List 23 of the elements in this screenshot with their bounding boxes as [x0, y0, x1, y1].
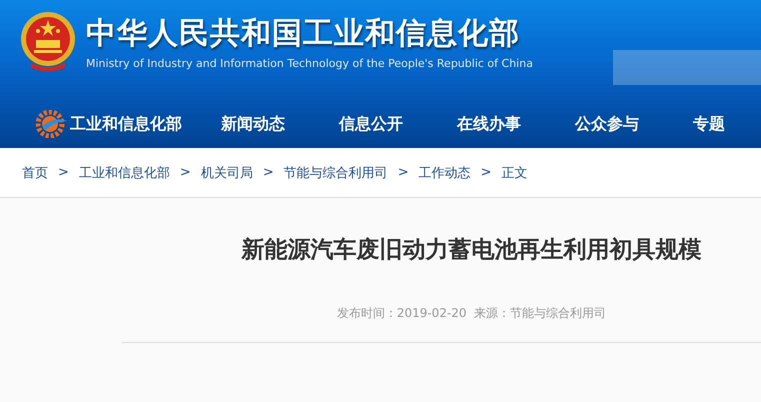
- breadcrumb-separator: >: [180, 165, 191, 180]
- breadcrumb-link[interactable]: 机关司局: [200, 164, 253, 182]
- breadcrumb-separator: >: [58, 165, 69, 180]
- breadcrumb-separator: >: [480, 165, 492, 180]
- gear-logo-icon: [36, 110, 70, 138]
- nav-link[interactable]: 专题: [693, 114, 761, 134]
- nav-link[interactable]: 在线办事: [457, 114, 575, 134]
- breadcrumb-link[interactable]: 正文: [502, 164, 528, 182]
- nav-link[interactable]: 新闻动态: [221, 114, 339, 134]
- breadcrumb-link[interactable]: 工业和信息化部: [78, 164, 170, 182]
- nav-link[interactable]: 信息公开: [339, 114, 457, 134]
- breadcrumb-separator: >: [262, 165, 274, 180]
- site-subtitle: Ministry of Industry and Information Technology of the People's Republic of China: [86, 57, 533, 70]
- breadcrumb-link[interactable]: 节能与综合利用司: [284, 164, 388, 182]
- breadcrumb-link[interactable]: 首页: [22, 164, 48, 182]
- nav-link[interactable]: 公众参与: [575, 114, 693, 134]
- breadcrumb-link[interactable]: 工作动态: [418, 164, 471, 182]
- nav-link[interactable]: 工业和信息化部: [70, 114, 221, 134]
- site-title: 中华人民共和国工业和信息化部: [86, 15, 521, 53]
- emblem-icon: [18, 10, 78, 72]
- breadcrumb-separator: >: [398, 165, 409, 180]
- article-meta: 发布时间：2019-02-20 来源：节能与综合利用司: [336, 305, 606, 322]
- article-title: 新能源汽车废旧动力蓄电池再生利用初具规模: [242, 236, 702, 265]
